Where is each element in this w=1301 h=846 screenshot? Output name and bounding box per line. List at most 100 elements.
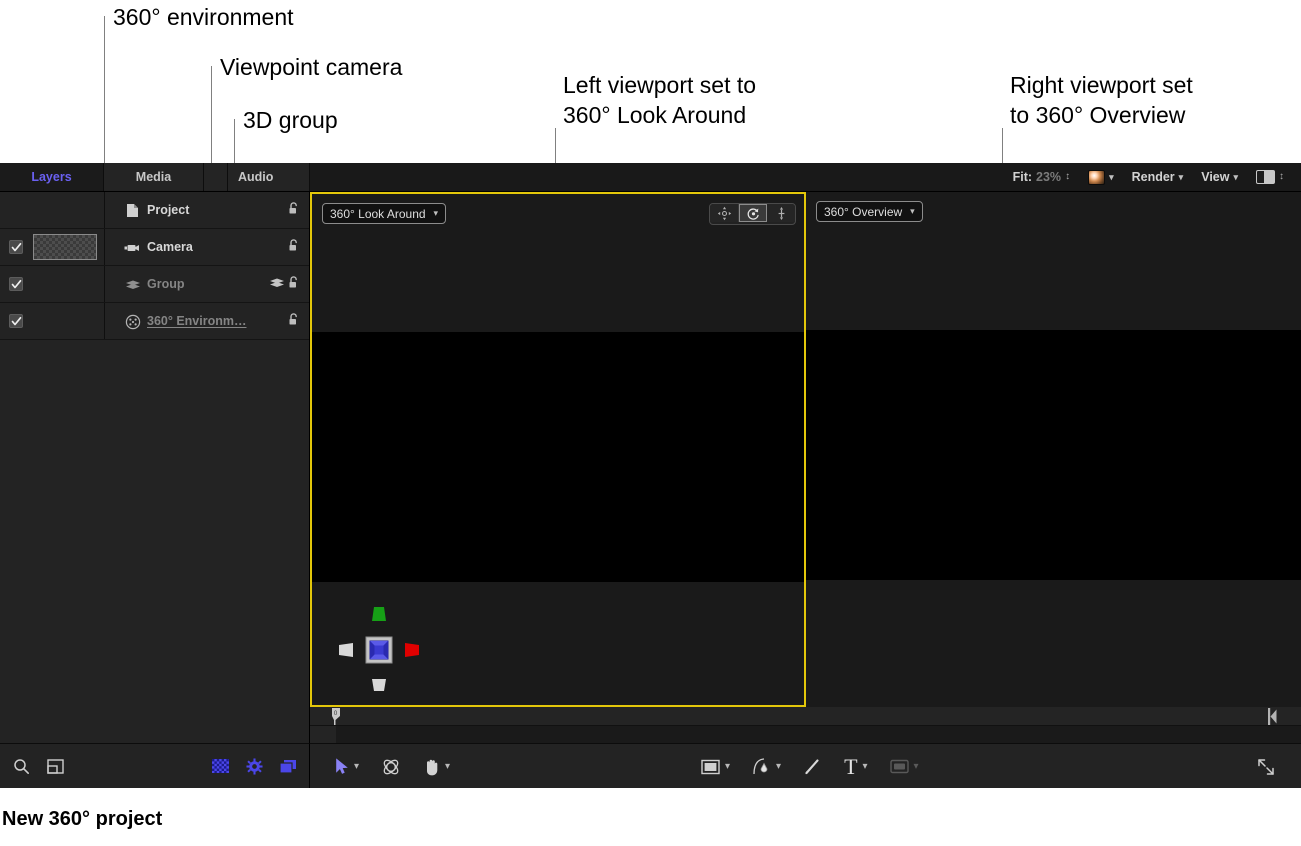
3d-axis-widget[interactable] bbox=[329, 599, 429, 695]
chevron-down-icon[interactable]: ▾ bbox=[910, 206, 915, 217]
pan-arrows-icon[interactable] bbox=[710, 204, 739, 222]
viewport-right-render bbox=[806, 330, 1301, 580]
layer-row-camera[interactable]: Camera bbox=[0, 229, 309, 266]
layer-row-right-icons bbox=[288, 313, 301, 330]
view-menu[interactable]: View ▾ bbox=[1192, 170, 1247, 184]
duplicate-icon[interactable] bbox=[271, 744, 305, 789]
fit-zoom-control[interactable]: Fit: 23% ↕ bbox=[1004, 170, 1079, 184]
rectangle-icon bbox=[701, 759, 720, 775]
search-icon[interactable] bbox=[4, 744, 38, 789]
chevron-down-icon[interactable]: ▾ bbox=[445, 761, 450, 772]
viewport-right[interactable]: 360° Overview ▾ bbox=[806, 192, 1301, 707]
viewport-right-mode-label: 360° Overview bbox=[824, 205, 902, 219]
chevron-down-icon[interactable]: ▾ bbox=[776, 761, 781, 772]
viewport-left-mode-menu[interactable]: 360° Look Around ▾ bbox=[322, 203, 446, 224]
playhead-marker[interactable]: 0 bbox=[332, 708, 341, 725]
layers-panel: Project bbox=[0, 192, 310, 743]
layers-column-divider bbox=[104, 303, 105, 339]
layer-thumbnail-camera bbox=[33, 234, 97, 260]
render-quality-color-control[interactable]: ▾ bbox=[1079, 170, 1123, 185]
mask-shape-tool-button[interactable]: ▾ bbox=[879, 744, 930, 788]
timeline-end-marker[interactable] bbox=[1268, 708, 1277, 725]
layer-row-group[interactable]: Group bbox=[0, 266, 309, 303]
transform-3d-tool-button[interactable] bbox=[370, 744, 412, 788]
annotation-left-viewport: Left viewport set to 360° Look Around bbox=[563, 70, 756, 130]
viewport-left-nav-buttons bbox=[709, 203, 796, 225]
chevron-down-icon[interactable]: ▾ bbox=[1233, 172, 1238, 183]
group-3d-icon[interactable] bbox=[269, 276, 285, 294]
axis-x-left bbox=[339, 643, 353, 657]
canvas-area: 360° Look Around ▾ bbox=[310, 192, 1301, 743]
chevron-down-icon[interactable]: ▾ bbox=[725, 761, 730, 772]
layer-visibility-checkbox-group[interactable] bbox=[9, 277, 23, 291]
camera-icon bbox=[124, 239, 141, 256]
fullscreen-toggle-button[interactable] bbox=[1245, 744, 1287, 788]
paint-stroke-icon bbox=[803, 757, 822, 776]
group-3d-icon bbox=[124, 276, 141, 293]
lock-open-icon[interactable] bbox=[288, 312, 301, 331]
shape-tool-button[interactable]: ▾ bbox=[690, 744, 741, 788]
bottom-toolbar: ▾ ▾ ▾ bbox=[310, 743, 1301, 788]
paint-tool-button[interactable] bbox=[792, 744, 833, 788]
tab-layers[interactable]: Layers bbox=[0, 163, 104, 191]
motion-app-window: Layers Media Audio Fit: 23% ↕ ▾ Render ▾… bbox=[0, 163, 1301, 788]
chevron-down-icon[interactable]: ▾ bbox=[1179, 172, 1184, 183]
chevron-down-icon[interactable]: ▾ bbox=[354, 761, 359, 772]
layer-row-right-icons bbox=[269, 276, 301, 293]
lock-open-icon[interactable] bbox=[288, 238, 301, 257]
lock-open-icon[interactable] bbox=[288, 201, 301, 220]
bottom-toolbar-left-group: ▾ ▾ bbox=[324, 744, 461, 788]
view-label: View bbox=[1201, 170, 1229, 184]
dolly-icon[interactable] bbox=[767, 204, 795, 222]
fit-value: 23% bbox=[1036, 170, 1061, 184]
color-swatch-icon bbox=[1088, 170, 1105, 185]
axis-y-up bbox=[372, 607, 386, 621]
layer-row-360-environment[interactable]: 360° Environm… bbox=[0, 303, 309, 340]
environment-360-icon bbox=[124, 313, 141, 330]
top-toolbar: Layers Media Audio Fit: 23% ↕ ▾ Render ▾… bbox=[0, 163, 1301, 192]
top-toolbar-right-group: Fit: 23% ↕ ▾ Render ▾ View ▾ ↕ bbox=[1004, 163, 1293, 191]
text-tool-button[interactable]: T ▾ bbox=[833, 744, 878, 788]
layer-name-camera: Camera bbox=[147, 239, 193, 256]
layer-visibility-checkbox-camera[interactable] bbox=[9, 240, 23, 254]
text-t-icon: T bbox=[844, 756, 857, 778]
layer-name-group: Group bbox=[147, 276, 185, 293]
annotation-viewpoint-camera: Viewpoint camera bbox=[220, 52, 402, 82]
viewport-left-render bbox=[312, 332, 804, 582]
stepper-icon[interactable]: ↕ bbox=[1065, 172, 1070, 182]
chevron-down-icon[interactable]: ▾ bbox=[863, 761, 868, 772]
mask-tool-button[interactable]: ▾ bbox=[741, 744, 792, 788]
split-view-control[interactable]: ↕ bbox=[1247, 170, 1293, 184]
hand-icon bbox=[423, 758, 440, 776]
pan-tool-button[interactable]: ▾ bbox=[412, 744, 461, 788]
viewport-left[interactable]: 360° Look Around ▾ bbox=[310, 192, 806, 707]
layer-name-project: Project bbox=[147, 202, 189, 219]
select-tool-button[interactable]: ▾ bbox=[324, 744, 370, 788]
layers-column-divider bbox=[104, 192, 105, 228]
timeline-ruler[interactable] bbox=[310, 707, 1301, 726]
chevron-down-icon[interactable]: ▾ bbox=[1109, 172, 1114, 183]
lock-open-icon[interactable] bbox=[288, 275, 301, 294]
gear-icon[interactable] bbox=[237, 744, 271, 789]
render-menu[interactable]: Render ▾ bbox=[1123, 170, 1193, 184]
layer-visibility-checkbox-360-environment[interactable] bbox=[9, 314, 23, 328]
layer-row-project[interactable]: Project bbox=[0, 192, 309, 229]
tab-audio[interactable]: Audio bbox=[228, 163, 310, 191]
orbit-icon[interactable] bbox=[739, 204, 767, 222]
timeline-track-area[interactable] bbox=[310, 726, 1301, 743]
bezier-pen-icon bbox=[752, 757, 771, 776]
stepper-icon[interactable]: ↕ bbox=[1279, 172, 1284, 182]
rounded-rect-icon bbox=[890, 759, 909, 774]
add-layer-icon[interactable] bbox=[38, 744, 72, 789]
chevron-down-icon[interactable]: ▾ bbox=[914, 761, 919, 772]
timeline-scrubber-strip[interactable]: 0 bbox=[310, 707, 1301, 743]
document-icon bbox=[124, 202, 141, 219]
chevron-down-icon[interactable]: ▾ bbox=[434, 208, 439, 219]
annotation-right-viewport: Right viewport set to 360° Overview bbox=[1010, 70, 1193, 130]
orbit-3d-icon bbox=[381, 757, 401, 777]
layers-footer-toolbar bbox=[0, 743, 310, 788]
checkerboard-icon[interactable] bbox=[203, 744, 237, 789]
tab-media[interactable]: Media bbox=[104, 163, 204, 191]
viewport-right-mode-menu[interactable]: 360° Overview ▾ bbox=[816, 201, 923, 222]
fit-label: Fit: bbox=[1013, 170, 1032, 184]
